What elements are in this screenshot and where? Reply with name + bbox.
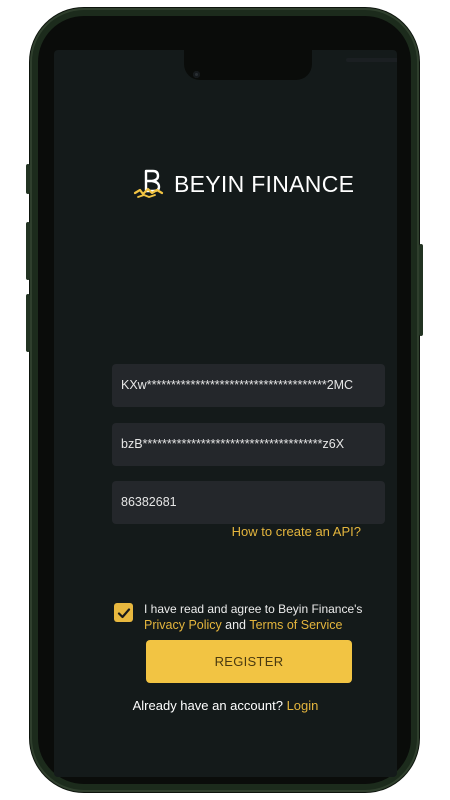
login-prompt-line: Already have an account? Login: [54, 698, 397, 713]
checkmark-icon: [117, 607, 130, 618]
agreement-and: and: [225, 618, 246, 632]
volume-down-button: [26, 294, 30, 352]
speaker-grille: [346, 58, 397, 62]
api-key-value: KXw*************************************…: [121, 378, 354, 392]
mute-switch: [26, 164, 30, 194]
power-button: [419, 244, 423, 336]
brand-name: BEYIN FINANCE: [174, 170, 355, 197]
phone-frame: BEYIN FINANCE KXw***********************…: [26, 8, 423, 792]
how-to-create-api-link[interactable]: How to create an API?: [232, 524, 361, 539]
beyin-logo-icon: [133, 169, 164, 198]
terms-of-service-link[interactable]: Terms of Service: [249, 618, 342, 632]
agreement-prefix: I have read and agree to Beyin Finance's: [144, 602, 363, 616]
secret-key-field[interactable]: bzB*************************************…: [112, 423, 385, 466]
secret-key-value: bzB*************************************…: [121, 437, 345, 451]
api-key-field[interactable]: KXw*************************************…: [112, 364, 385, 407]
user-id-value: 86382681: [121, 495, 177, 509]
agree-checkbox[interactable]: [114, 603, 133, 622]
front-camera-icon: [193, 71, 200, 78]
privacy-policy-link[interactable]: Privacy Policy: [144, 618, 222, 632]
login-prompt-text: Already have an account?: [132, 698, 283, 713]
register-button[interactable]: REGISTER: [146, 640, 352, 683]
notch: [184, 50, 397, 80]
user-id-field[interactable]: 86382681: [112, 481, 385, 524]
agreement-text: I have read and agree to Beyin Finance's…: [144, 601, 384, 633]
volume-up-button: [26, 222, 30, 280]
app-screen: BEYIN FINANCE KXw***********************…: [54, 50, 397, 777]
brand-logo: BEYIN FINANCE: [132, 166, 354, 202]
login-link[interactable]: Login: [287, 698, 319, 713]
